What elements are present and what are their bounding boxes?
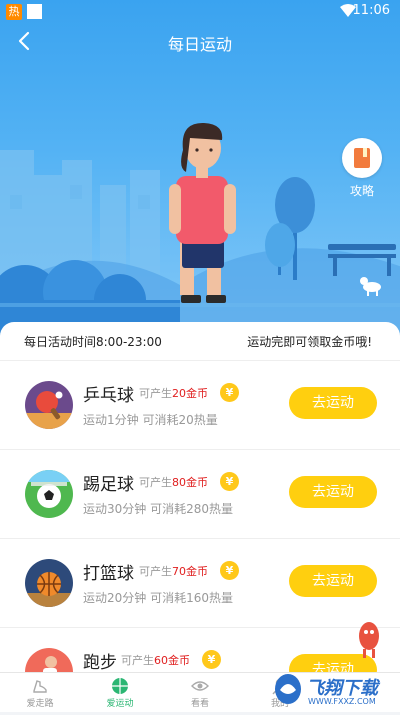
coin-icon: ¥	[202, 650, 221, 669]
coin-amount: 60金币	[154, 654, 190, 667]
tab-exercise[interactable]: 爱运动	[80, 673, 160, 712]
coin-amount: 70金币	[172, 565, 208, 578]
watermark-url: WWW.FXXZ.COM	[308, 697, 376, 706]
ball-icon	[112, 678, 128, 694]
notification-square-icon	[27, 4, 42, 19]
watermark-logo: 飞翔下载 WWW.FXXZ.COM	[272, 668, 400, 711]
coin-icon: ¥	[220, 383, 239, 402]
coin-icon: ¥	[220, 561, 239, 580]
tab-label: 爱走路	[26, 699, 54, 709]
sport-desc: 运动20分钟 可消耗160热量	[83, 591, 233, 605]
sport-name: 跑步	[83, 653, 117, 673]
go-exercise-button[interactable]: 去运动	[289, 476, 377, 508]
eye-icon	[191, 681, 209, 691]
activity-row: 打篮球 可产生70金币 ¥ 运动20分钟 可消耗160热量 去运动	[0, 538, 400, 627]
reward-hint: 运动完即可领取金币哦!	[247, 335, 372, 349]
nav-bar: 每日运动	[0, 24, 400, 60]
sport-name: 打篮球	[83, 564, 134, 584]
soccer-ball-icon	[25, 470, 73, 518]
info-row: 每日活动时间8:00-23:00 运动完即可领取金币哦!	[0, 322, 400, 360]
guide-label: 攻略	[349, 184, 374, 198]
ping-pong-icon	[25, 381, 73, 429]
sport-name: 踢足球	[83, 475, 134, 495]
coin-amount: 20金币	[172, 387, 208, 400]
coin-yield: 可产生60金币	[121, 654, 190, 667]
activity-row: 踢足球 可产生80金币 ¥ 运动30分钟 可消耗280热量 去运动	[0, 449, 400, 538]
coin-yield: 可产生70金币	[139, 565, 208, 578]
go-exercise-button[interactable]: 去运动	[289, 387, 377, 419]
hot-notification-icon: 热	[6, 4, 22, 20]
coin-amount: 80金币	[172, 476, 208, 489]
coin-yield: 可产生20金币	[139, 387, 208, 400]
shoe-icon	[33, 680, 47, 693]
activity-card: 每日活动时间8:00-23:00 运动完即可领取金币哦! 乒乓球 可产生20金币…	[0, 322, 400, 682]
sport-desc: 运动1分钟 可消耗20热量	[83, 413, 218, 427]
tab-walk[interactable]: 爱走路	[0, 673, 80, 712]
status-time: 11:06	[352, 3, 390, 18]
page-title: 每日运动	[167, 35, 232, 54]
tab-label: 爱运动	[106, 699, 134, 709]
basketball-icon	[25, 559, 73, 607]
coin-icon: ¥	[220, 472, 239, 491]
activity-row: 乒乓球 可产生20金币 ¥ 运动1分钟 可消耗20热量 去运动	[0, 360, 400, 449]
activity-hours: 每日活动时间8:00-23:00	[24, 335, 162, 349]
mascot-sticker-icon[interactable]	[356, 618, 382, 660]
sport-name: 乒乓球	[83, 386, 134, 406]
status-bar: 热 11:06	[0, 0, 400, 24]
tab-watch[interactable]: 看看	[160, 673, 240, 712]
sport-desc: 运动30分钟 可消耗280热量	[83, 502, 233, 516]
tab-label: 看看	[190, 699, 209, 709]
coin-yield: 可产生80金币	[139, 476, 208, 489]
go-exercise-button[interactable]: 去运动	[289, 565, 377, 597]
hero-banner: 热 11:06 每日运动 攻略	[0, 0, 400, 345]
guide-button[interactable]: 攻略	[340, 138, 384, 199]
guide-book-icon	[342, 138, 382, 178]
